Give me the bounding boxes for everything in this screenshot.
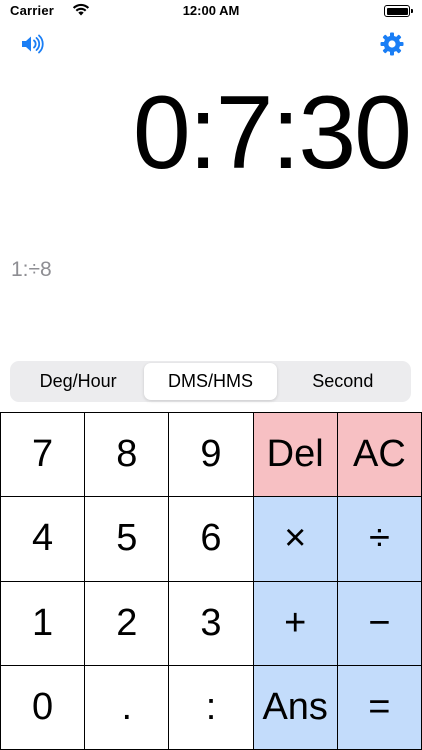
- divide-button[interactable]: ÷: [337, 497, 422, 582]
- key-0[interactable]: 0: [1, 665, 86, 750]
- answer-button[interactable]: Ans: [253, 665, 338, 750]
- key-2[interactable]: 2: [85, 581, 170, 666]
- wifi-icon: [72, 3, 90, 16]
- carrier-label: Carrier: [10, 3, 55, 18]
- colon-button[interactable]: :: [169, 665, 254, 750]
- key-7[interactable]: 7: [1, 413, 86, 498]
- mode-dms-hms[interactable]: DMS/HMS: [144, 363, 277, 400]
- all-clear-button[interactable]: AC: [337, 413, 422, 498]
- speaker-icon: [22, 34, 44, 54]
- battery-icon: [384, 5, 413, 17]
- equals-button[interactable]: =: [337, 665, 422, 750]
- gear-icon: [380, 32, 404, 56]
- status-bar: Carrier 12:00 AM: [0, 0, 422, 22]
- key-4[interactable]: 4: [1, 497, 86, 582]
- expression-display: 1:÷8: [11, 258, 52, 281]
- delete-button[interactable]: Del: [253, 413, 338, 498]
- status-time: 12:00 AM: [182, 3, 240, 18]
- key-1[interactable]: 1: [1, 581, 86, 666]
- keypad: 7 8 9 Del AC 4 5 6 × ÷ 1 2 3 + − 0 . : A…: [0, 412, 422, 750]
- settings-button[interactable]: [378, 30, 406, 58]
- plus-button[interactable]: +: [253, 581, 338, 666]
- mode-second[interactable]: Second: [277, 363, 409, 400]
- key-6[interactable]: 6: [169, 497, 254, 582]
- decimal-point-button[interactable]: .: [85, 665, 170, 750]
- key-3[interactable]: 3: [169, 581, 254, 666]
- minus-button[interactable]: −: [337, 581, 422, 666]
- key-9[interactable]: 9: [169, 413, 254, 498]
- result-display: 0:7:30: [132, 75, 412, 191]
- calculator-screen: Carrier 12:00 AM 0:7:30 1:÷8 Deg/Hour DM…: [0, 0, 422, 750]
- sound-button[interactable]: [18, 30, 46, 58]
- key-5[interactable]: 5: [85, 497, 170, 582]
- mode-selector: Deg/Hour DMS/HMS Second: [10, 361, 411, 402]
- key-8[interactable]: 8: [85, 413, 170, 498]
- multiply-button[interactable]: ×: [253, 497, 338, 582]
- mode-deg-hour[interactable]: Deg/Hour: [12, 363, 144, 400]
